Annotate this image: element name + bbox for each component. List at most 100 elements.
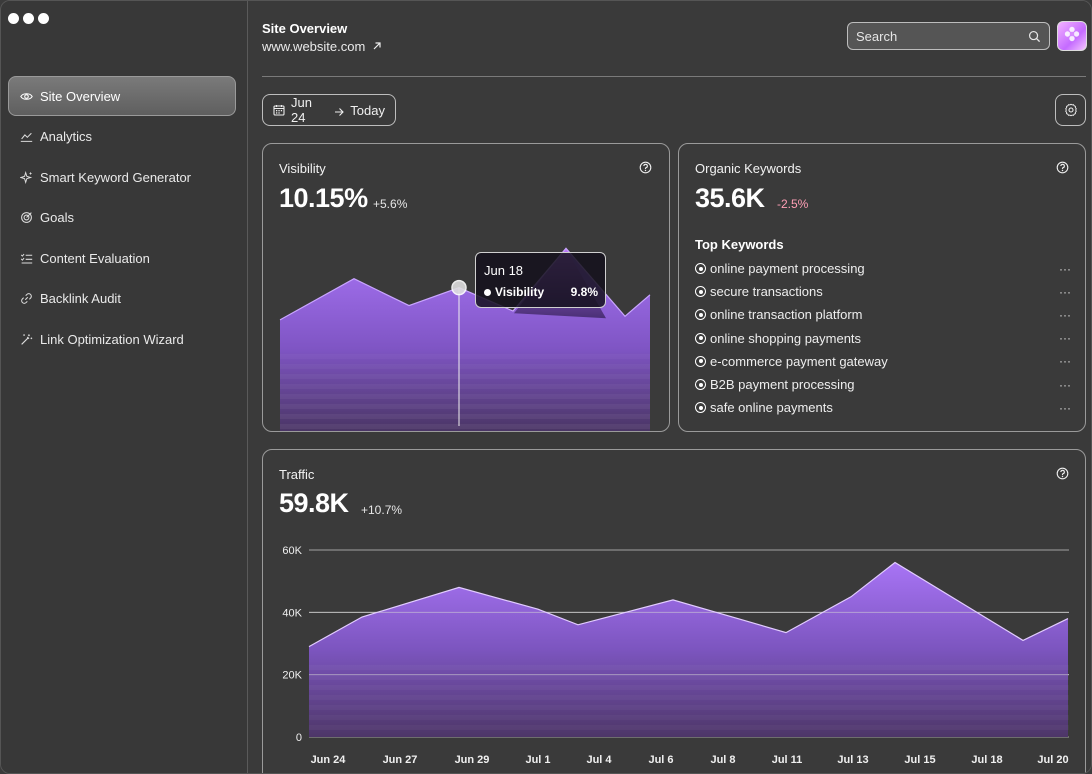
sparkle-icon	[19, 170, 33, 184]
calendar-icon	[273, 104, 285, 116]
keyword-label: safe online payments	[710, 400, 833, 416]
keyword-label: online payment processing	[710, 261, 865, 277]
more-options-button[interactable]: ···	[1059, 262, 1071, 276]
y-tick-label: 20K	[282, 670, 302, 682]
chart-tooltip: Jun 18 Visibility 9.8%	[475, 252, 606, 308]
more-options-button[interactable]: ···	[1059, 378, 1071, 392]
traffic-band	[309, 725, 1069, 730]
sidebar-item-label: Content Evaluation	[40, 250, 150, 266]
keyword-row[interactable]: online transaction platform ···	[695, 303, 1071, 326]
y-tick-label: 60K	[282, 545, 302, 557]
cursor-point	[451, 279, 467, 296]
sidebar-item-label: Goals	[40, 210, 74, 225]
x-tick-label: Jul 13	[837, 754, 868, 766]
more-options-button[interactable]: ···	[1059, 401, 1071, 415]
keyword-label: secure transactions	[710, 284, 823, 300]
date-from: Jun 24	[291, 95, 312, 125]
window-controls	[8, 13, 49, 24]
x-tick-label: Jun 27	[383, 754, 418, 766]
keyword-row[interactable]: B2B payment processing ···	[695, 373, 1071, 396]
sidebar-item-analytics[interactable]: Analytics	[8, 117, 236, 157]
page-title: Site Overview	[262, 21, 348, 36]
keyword-label: online transaction platform	[710, 307, 863, 323]
link-icon	[19, 292, 33, 306]
main-content: Site Overview www.website.com Search Jun…	[249, 1, 1091, 773]
traffic-band	[309, 665, 1069, 670]
more-options-button[interactable]: ···	[1059, 285, 1071, 299]
search-placeholder: Search	[856, 28, 898, 44]
traffic-band	[309, 695, 1069, 700]
y-tick-label: 0	[296, 732, 302, 744]
organic-title: Organic Keywords	[695, 161, 802, 176]
traffic-band	[309, 705, 1069, 710]
sidebar-item-label: Link Optimization Wizard	[40, 331, 184, 347]
visibility-chart	[279, 247, 651, 431]
visibility-band	[280, 354, 650, 359]
keyword-list: online payment processing ··· secure trans…	[695, 257, 1071, 419]
app-window: Site Overview Analytics Smart Keyword Ge…	[0, 0, 1092, 774]
keyword-row[interactable]: online payment processing ···	[695, 257, 1071, 280]
date-to: Today	[350, 102, 385, 118]
sidebar-item-site-overview[interactable]: Site Overview	[8, 76, 236, 116]
sidebar: Site Overview Analytics Smart Keyword Ge…	[1, 1, 248, 773]
more-options-button[interactable]: ···	[1059, 308, 1071, 322]
sidebar-item-content-evaluation[interactable]: Content Evaluation	[8, 238, 236, 278]
external-arrow-icon	[372, 39, 382, 50]
visibility-band	[280, 384, 650, 389]
radio-dot-icon	[695, 332, 706, 344]
close-window-button[interactable]	[8, 13, 19, 24]
more-options-button[interactable]: ···	[1059, 331, 1071, 345]
radio-dot-icon	[695, 402, 706, 414]
search-icon	[1028, 30, 1041, 43]
tooltip-label: Visibility	[495, 285, 545, 299]
eye-icon	[19, 89, 33, 103]
keyword-label: B2B payment processing	[710, 377, 855, 393]
traffic-band	[309, 685, 1069, 690]
settings-button[interactable]	[1055, 94, 1086, 126]
search-input[interactable]: Search	[847, 22, 1050, 50]
traffic-area	[309, 562, 1068, 737]
sidebar-item-label: Site Overview	[40, 88, 121, 104]
traffic-card: Traffic 59.8K +10.7% 60K 40K 20K 0 Jun 24 Jun…	[262, 449, 1086, 773]
traffic-chart: 60K 40K 20K 0 Jun 24 Jun 27 Jun 29 Jul 1 Jul 4 Ju…	[282, 545, 1069, 766]
radio-dot-icon	[695, 309, 706, 321]
keyword-row[interactable]: safe online payments ···	[695, 396, 1071, 419]
tooltip-date: Jun 18	[484, 263, 524, 278]
avatar[interactable]	[1057, 21, 1087, 51]
keyword-row[interactable]: e-commerce payment gateway ···	[695, 350, 1071, 373]
x-tick-label: Jul 20	[1037, 754, 1068, 766]
x-tick-label: Jul 4	[586, 754, 612, 766]
help-icon[interactable]	[1056, 161, 1069, 174]
traffic-band	[309, 675, 1069, 680]
checklist-icon	[19, 251, 33, 265]
visibility-band	[280, 394, 650, 399]
sidebar-item-goals[interactable]: Goals	[8, 198, 236, 238]
sidebar-item-backlink-audit[interactable]: Backlink Audit	[8, 279, 236, 319]
x-tick-label: Jul 18	[971, 754, 1002, 766]
visibility-band	[280, 404, 650, 409]
x-tick-label: Jul 1	[525, 754, 550, 766]
sidebar-item-link-optimization-wizard[interactable]: Link Optimization Wizard	[8, 319, 236, 359]
organic-keywords-card: Organic Keywords 35.6K -2.5% Top Keyword…	[678, 143, 1086, 432]
sidebar-item-smart-keyword-generator[interactable]: Smart Keyword Generator	[8, 157, 236, 197]
keyword-row[interactable]: online shopping payments ···	[695, 327, 1071, 350]
visibility-band	[280, 424, 650, 429]
target-icon	[19, 211, 33, 225]
top-keywords-heading: Top Keywords	[695, 237, 784, 252]
date-range-button[interactable]: Jun 24 Today	[262, 94, 396, 126]
keyword-row[interactable]: secure transactions ···	[695, 280, 1071, 303]
maximize-window-button[interactable]	[38, 13, 49, 24]
x-tick-label: Jun 29	[455, 754, 490, 766]
more-options-button[interactable]: ···	[1059, 354, 1071, 368]
site-url-text: www.website.com	[262, 39, 366, 54]
site-url-link[interactable]: www.website.com	[262, 39, 382, 54]
sidebar-nav: Site Overview Analytics Smart Keyword Ge…	[8, 76, 236, 360]
line-chart-icon	[19, 130, 33, 144]
minimize-window-button[interactable]	[23, 13, 34, 24]
y-tick-label: 40K	[282, 607, 302, 619]
header-divider	[262, 76, 1086, 77]
keyword-label: e-commerce payment gateway	[710, 353, 888, 369]
x-tick-label: Jul 15	[904, 754, 935, 766]
tooltip-value: 9.8%	[570, 285, 598, 299]
sidebar-item-label: Analytics	[40, 129, 93, 144]
